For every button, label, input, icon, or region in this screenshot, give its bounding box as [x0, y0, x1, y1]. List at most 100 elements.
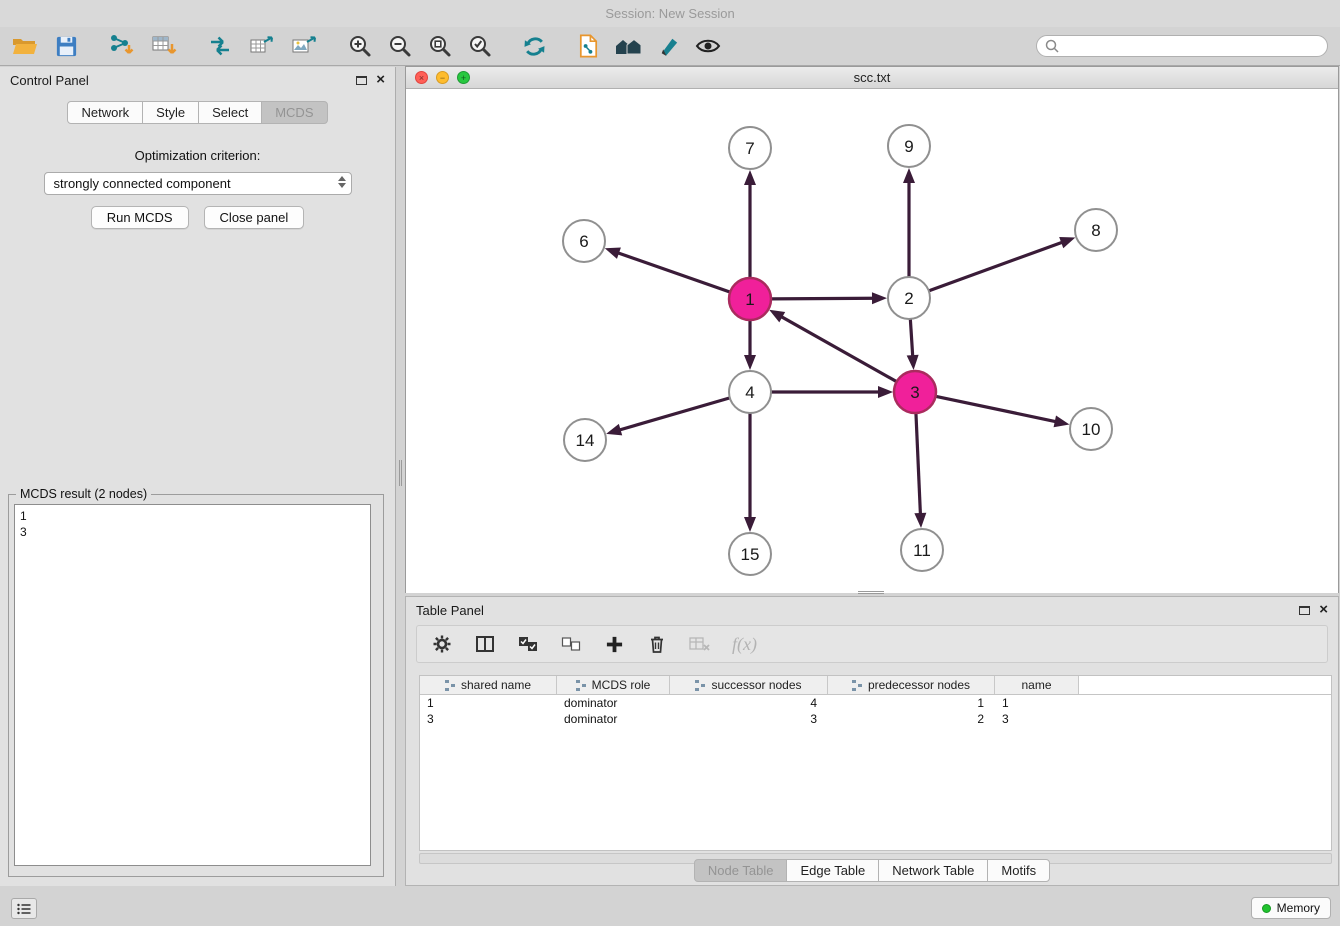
- edge-3-10[interactable]: [936, 396, 1058, 422]
- node-11[interactable]: 11: [901, 529, 943, 571]
- network-canvas[interactable]: 7 9 6 8 1 2 4 3 14 10 15 11: [406, 90, 1338, 593]
- function-builder-fx-button[interactable]: f(x): [732, 634, 757, 655]
- cell-predecessor-nodes[interactable]: 2: [828, 711, 995, 727]
- vertical-splitter-handle[interactable]: [397, 460, 404, 486]
- column-header-name[interactable]: name: [995, 676, 1079, 694]
- column-header-successor-nodes[interactable]: successor nodes: [670, 676, 828, 694]
- cell-successor-nodes[interactable]: 3: [670, 711, 828, 727]
- tab-edge-table[interactable]: Edge Table: [786, 859, 879, 882]
- table-tabs: Node Table Edge Table Network Table Moti…: [406, 859, 1338, 882]
- cell-predecessor-nodes[interactable]: 1: [828, 695, 995, 711]
- export-table-icon[interactable]: [248, 32, 276, 60]
- node-6[interactable]: 6: [563, 220, 605, 262]
- deselect-all-rows-icon[interactable]: [560, 633, 582, 655]
- clone-network-icon[interactable]: [574, 32, 602, 60]
- open-session-icon[interactable]: [10, 32, 38, 60]
- close-table-panel-icon[interactable]: ×: [1319, 604, 1328, 616]
- cell-successor-nodes[interactable]: 4: [670, 695, 828, 711]
- edge-arrowhead: [1059, 237, 1075, 248]
- edge-arrowhead: [903, 168, 915, 183]
- table-row[interactable]: 1 dominator 4 1 1: [420, 695, 1331, 711]
- svg-text:2: 2: [904, 289, 913, 308]
- cell-shared-name[interactable]: 1: [420, 695, 557, 711]
- node-1[interactable]: 1: [729, 278, 771, 320]
- save-session-icon[interactable]: [52, 32, 80, 60]
- table-settings-gear-icon[interactable]: [431, 633, 453, 655]
- node-9[interactable]: 9: [888, 125, 930, 167]
- delete-column-icon[interactable]: [646, 633, 668, 655]
- node-14[interactable]: 14: [564, 419, 606, 461]
- network-graph[interactable]: 7 9 6 8 1 2 4 3 14 10 15 11: [406, 90, 1338, 593]
- node-4[interactable]: 4: [729, 371, 771, 413]
- node-8[interactable]: 8: [1075, 209, 1117, 251]
- edge-2-8[interactable]: [929, 242, 1064, 291]
- first-neighbors-icon[interactable]: [614, 32, 642, 60]
- column-header-predecessor-nodes[interactable]: predecessor nodes: [828, 676, 995, 694]
- float-table-panel-icon[interactable]: [1299, 606, 1310, 615]
- apply-style-icon[interactable]: [654, 32, 682, 60]
- tab-motifs[interactable]: Motifs: [987, 859, 1050, 882]
- export-image-icon[interactable]: [290, 32, 318, 60]
- zoom-in-icon[interactable]: [346, 32, 374, 60]
- show-columns-icon[interactable]: [474, 633, 496, 655]
- close-panel-icon[interactable]: ×: [376, 74, 385, 86]
- column-header-shared-name[interactable]: shared name: [420, 676, 557, 694]
- edge-1-2[interactable]: [771, 298, 875, 299]
- zoom-out-icon[interactable]: [386, 32, 414, 60]
- zoom-selected-icon[interactable]: [466, 32, 494, 60]
- create-column-icon[interactable]: [603, 633, 625, 655]
- select-all-rows-icon[interactable]: [517, 633, 539, 655]
- edge-3-1[interactable]: [780, 316, 897, 382]
- cell-mcds-role[interactable]: dominator: [557, 695, 670, 711]
- node-2[interactable]: 2: [888, 277, 930, 319]
- tab-style[interactable]: Style: [142, 101, 199, 124]
- zoom-fit-icon[interactable]: [426, 32, 454, 60]
- edge-2-3[interactable]: [910, 319, 912, 358]
- optimization-criterion-label: Optimization criterion:: [0, 148, 395, 163]
- column-header-mcds-role[interactable]: MCDS role: [557, 676, 670, 694]
- cell-mcds-role[interactable]: dominator: [557, 711, 670, 727]
- new-network-icon[interactable]: [206, 32, 234, 60]
- tab-select[interactable]: Select: [198, 101, 262, 124]
- import-network-icon[interactable]: [108, 32, 136, 60]
- cell-name[interactable]: 3: [995, 711, 1079, 727]
- close-window-icon[interactable]: ×: [415, 71, 428, 84]
- node-7[interactable]: 7: [729, 127, 771, 169]
- delete-table-icon[interactable]: [689, 633, 711, 655]
- node-3[interactable]: 3: [894, 371, 936, 413]
- table-row[interactable]: 3 dominator 3 2 3: [420, 711, 1331, 727]
- search-box[interactable]: [1036, 35, 1328, 57]
- edge-1-6[interactable]: [616, 252, 730, 292]
- node-15[interactable]: 15: [729, 533, 771, 575]
- horizontal-splitter-handle[interactable]: [858, 589, 884, 595]
- import-table-icon[interactable]: [150, 32, 178, 60]
- node-table[interactable]: shared name MCDS role successor nodes pr…: [419, 675, 1332, 851]
- minimize-window-icon[interactable]: −: [436, 71, 449, 84]
- cell-name[interactable]: 1: [995, 695, 1079, 711]
- cell-shared-name[interactable]: 3: [420, 711, 557, 727]
- tab-network[interactable]: Network: [67, 101, 143, 124]
- refresh-icon[interactable]: [520, 32, 548, 60]
- svg-text:8: 8: [1091, 221, 1100, 240]
- tab-node-table[interactable]: Node Table: [694, 859, 788, 882]
- edge-4-14[interactable]: [618, 398, 730, 431]
- svg-text:6: 6: [579, 232, 588, 251]
- edge-3-11[interactable]: [916, 413, 921, 516]
- mcds-result-list[interactable]: 1 3: [14, 504, 371, 866]
- maximize-window-icon[interactable]: +: [457, 71, 470, 84]
- tab-mcds[interactable]: MCDS: [261, 101, 327, 124]
- node-10[interactable]: 10: [1070, 408, 1112, 450]
- svg-text:11: 11: [913, 541, 931, 560]
- network-window-titlebar[interactable]: × − + scc.txt: [406, 67, 1338, 89]
- search-input[interactable]: [1064, 39, 1319, 53]
- close-panel-button[interactable]: Close panel: [204, 206, 305, 229]
- edge-arrowhead: [744, 355, 756, 370]
- run-mcds-button[interactable]: Run MCDS: [91, 206, 189, 229]
- show-panels-menu-button[interactable]: [11, 898, 37, 919]
- criterion-dropdown[interactable]: strongly connected component: [44, 172, 352, 195]
- float-panel-icon[interactable]: [356, 76, 367, 85]
- column-label: predecessor nodes: [868, 678, 970, 692]
- tab-network-table[interactable]: Network Table: [878, 859, 988, 882]
- show-hide-eye-icon[interactable]: [694, 32, 722, 60]
- memory-button[interactable]: Memory: [1251, 897, 1331, 919]
